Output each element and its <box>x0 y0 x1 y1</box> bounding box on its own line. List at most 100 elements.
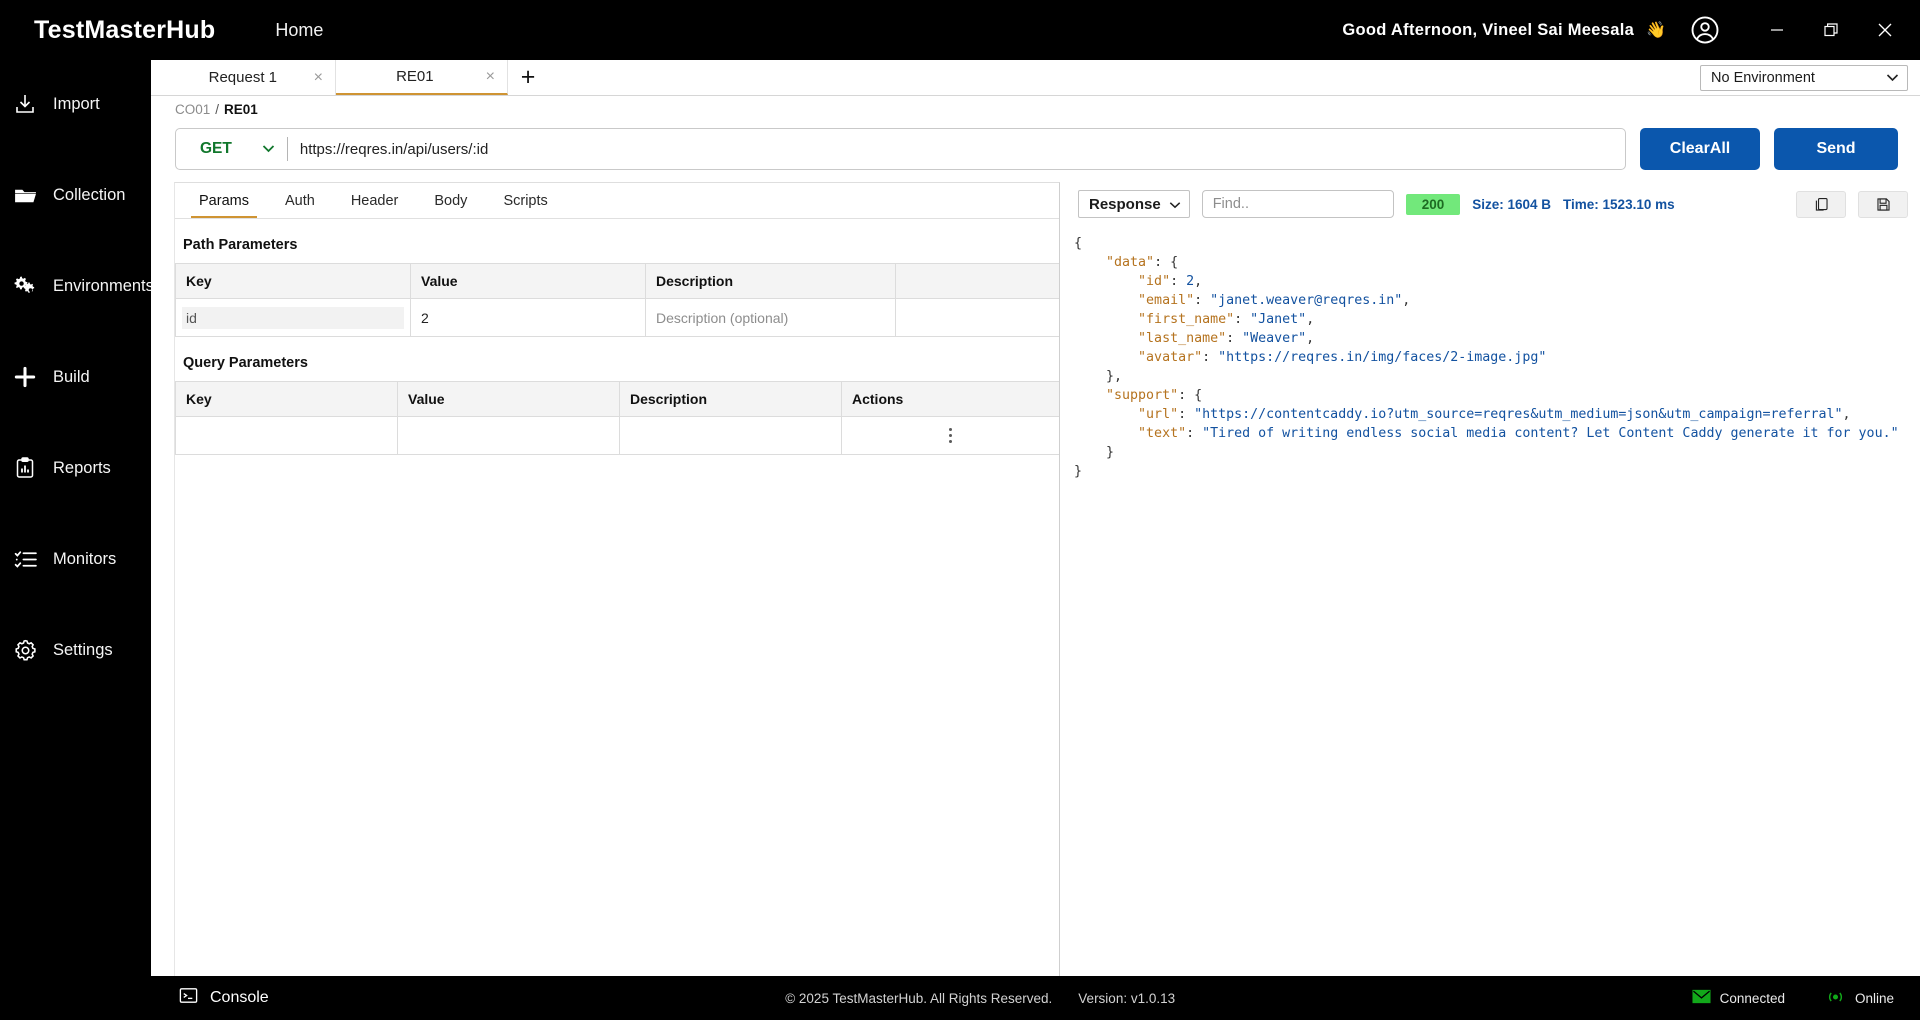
json-token: , <box>1114 369 1123 384</box>
nav-home-link[interactable]: Home <box>275 20 323 41</box>
sidebar-item-monitors[interactable]: Monitors <box>0 537 151 581</box>
status-badge: 200 <box>1405 193 1461 215</box>
clipboard-chart-icon <box>12 455 38 481</box>
sidebar-item-label: Monitors <box>53 549 117 568</box>
waving-hand-icon: 👋 <box>1646 22 1666 39</box>
json-token: : <box>1186 426 1203 441</box>
sidebar-item-label: Import <box>53 94 100 113</box>
online-label: Online <box>1854 990 1894 1006</box>
main-content: Request 1 × RE01 × + No Environment CO01… <box>151 60 1920 976</box>
send-button[interactable]: Send <box>1774 128 1898 170</box>
json-token: : <box>1202 350 1219 365</box>
method-select[interactable]: GET <box>176 140 287 158</box>
request-params-area: Path Parameters Key Value Description id… <box>175 219 1059 976</box>
sidebar-item-environments[interactable]: Environments <box>0 264 154 308</box>
tab-scripts[interactable]: Scripts <box>485 183 565 218</box>
console-label: Console <box>210 989 269 1006</box>
close-icon[interactable] <box>1858 7 1912 53</box>
json-token: } <box>1106 369 1115 384</box>
column-header-value: Value <box>397 381 620 417</box>
request-panel: Params Auth Header Body Scripts Path Par… <box>174 182 1060 976</box>
body-row: Import Collection Environments Build Rep… <box>0 60 1920 976</box>
json-token: : <box>1170 274 1187 289</box>
cell-value[interactable]: 2 <box>410 298 646 337</box>
sidebar-item-collection[interactable]: Collection <box>0 173 151 217</box>
json-token: , <box>1402 293 1411 308</box>
find-input[interactable]: Find.. <box>1201 190 1394 218</box>
json-token: : <box>1194 293 1211 308</box>
tab-label: RE01 <box>396 68 434 85</box>
tabstrip-filler <box>548 60 1700 95</box>
json-token: : <box>1226 331 1243 346</box>
json-token: { <box>1170 255 1179 270</box>
breadcrumb: CO01 / RE01 <box>151 96 1920 122</box>
sidebar-item-reports[interactable]: Reports <box>0 446 151 490</box>
close-icon[interactable]: × <box>314 69 323 86</box>
status-bar: Console © 2025 TestMasterHub. All Rights… <box>0 976 1920 1020</box>
cell-description[interactable]: Description (optional) <box>645 298 896 337</box>
checklist-icon <box>12 546 38 572</box>
json-line: "email": "janet.weaver@reqres.in", <box>1074 291 1906 310</box>
tab-body[interactable]: Body <box>416 183 485 218</box>
json-token: "id" <box>1138 274 1171 289</box>
url-row: GET https://reqres.in/api/users/:id Clea… <box>151 122 1920 182</box>
connection-status: Connected <box>1692 989 1785 1007</box>
cell-value[interactable] <box>397 416 620 455</box>
close-icon[interactable]: × <box>486 68 495 85</box>
maximize-restore-icon[interactable] <box>1804 7 1858 53</box>
json-token: { <box>1074 236 1083 251</box>
save-disk-icon[interactable] <box>1858 190 1908 218</box>
json-token: : <box>1154 255 1171 270</box>
json-line: "text": "Tired of writing endless social… <box>1074 424 1906 443</box>
minimize-icon[interactable] <box>1750 7 1804 53</box>
response-toolbar: Response Find.. 200 Size: 1604 B Time: 1… <box>1060 182 1920 226</box>
tab-params[interactable]: Params <box>181 183 267 218</box>
sidebar-item-settings[interactable]: Settings <box>0 628 151 672</box>
json-line: "support": { <box>1074 386 1906 405</box>
environment-select[interactable]: No Environment <box>1700 64 1908 91</box>
json-token: "data" <box>1106 255 1155 270</box>
sidebar-item-import[interactable]: Import <box>0 82 151 126</box>
environment-value: No Environment <box>1711 69 1815 86</box>
copy-icon[interactable] <box>1796 190 1846 218</box>
response-view-select[interactable]: Response <box>1078 190 1190 218</box>
user-circle-icon[interactable] <box>1688 13 1722 47</box>
key-input[interactable]: id <box>182 306 404 329</box>
response-view-label: Response <box>1089 195 1161 213</box>
chevron-down-icon <box>1169 196 1181 213</box>
tab-auth[interactable]: Auth <box>267 183 333 218</box>
folder-icon <box>12 182 38 208</box>
path-parameters-table: Key Value Description id 2 Description (… <box>175 263 1059 337</box>
tab-header[interactable]: Header <box>333 183 417 218</box>
console-button[interactable]: Console <box>178 985 269 1011</box>
json-token: , <box>1194 274 1203 289</box>
json-line: { <box>1074 234 1906 253</box>
response-size: Size: 1604 B <box>1472 196 1552 212</box>
response-body-json[interactable]: { "data": { "id": 2, "email": "janet.wea… <box>1060 226 1920 976</box>
breadcrumb-request: RE01 <box>224 101 258 117</box>
copyright-text: © 2025 TestMasterHub. All Rights Reserve… <box>785 990 1053 1006</box>
tab-request-1[interactable]: Request 1 × <box>164 60 336 95</box>
gears-icon <box>12 273 38 299</box>
json-line: "data": { <box>1074 253 1906 272</box>
breadcrumb-collection[interactable]: CO01 <box>175 102 210 117</box>
add-tab-button[interactable]: + <box>508 60 548 95</box>
cell-description[interactable] <box>619 416 842 455</box>
cell-key[interactable] <box>175 416 398 455</box>
cell-key[interactable]: id <box>175 298 411 337</box>
footer-center: © 2025 TestMasterHub. All Rights Reserve… <box>269 991 1692 1006</box>
sidebar-item-label: Environments <box>53 276 154 295</box>
table-row <box>175 416 1059 455</box>
json-token: "https://reqres.in/img/faces/2-image.jpg… <box>1218 350 1547 365</box>
import-download-icon <box>12 91 38 117</box>
tab-re01[interactable]: RE01 × <box>336 60 508 95</box>
json-line: "last_name": "Weaver", <box>1074 329 1906 348</box>
clear-all-button[interactable]: ClearAll <box>1640 128 1760 170</box>
cell-actions[interactable] <box>841 416 1059 455</box>
json-line: "avatar": "https://reqres.in/img/faces/2… <box>1074 348 1906 367</box>
kebab-menu-icon[interactable] <box>852 428 1049 443</box>
url-input[interactable]: https://reqres.in/api/users/:id <box>288 141 1625 158</box>
cell-blank <box>895 298 1059 337</box>
sidebar-item-label: Build <box>53 367 90 386</box>
sidebar-item-build[interactable]: Build <box>0 355 151 399</box>
